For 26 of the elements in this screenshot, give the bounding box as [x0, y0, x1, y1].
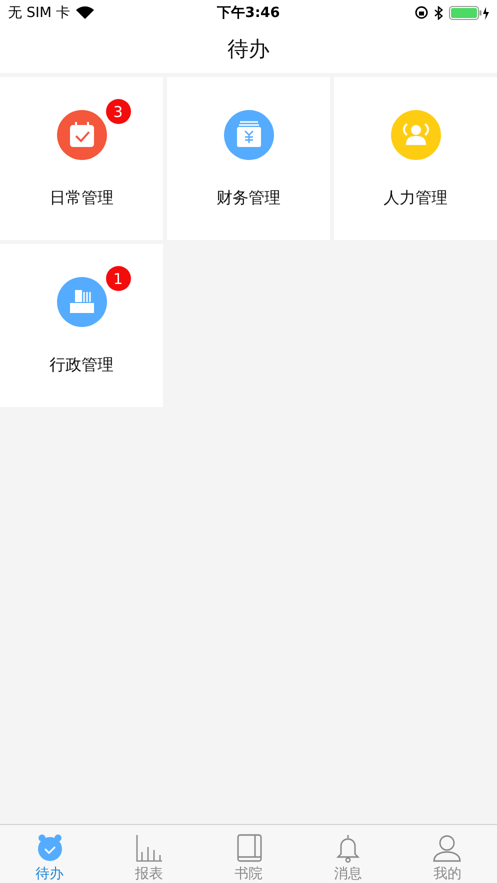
tile-label: 财务管理	[216, 188, 280, 209]
count-badge: 3	[106, 99, 130, 124]
tab-bar-item[interactable]: 报表	[99, 825, 199, 883]
tile-label: 人力管理	[384, 188, 448, 209]
bluetooth-icon	[434, 6, 443, 20]
tab-bar-item[interactable]: 我的	[398, 825, 497, 883]
tray-icon	[56, 277, 106, 327]
rotation-lock-icon	[414, 6, 428, 19]
category-tile[interactable]: 财务管理	[167, 77, 330, 240]
battery-icon	[448, 6, 489, 20]
tab-bar-item[interactable]: 书院	[198, 825, 298, 883]
money-icon	[224, 110, 274, 160]
tile-label: 日常管理	[50, 188, 114, 209]
category-tile[interactable]: 1 行政管理	[0, 244, 163, 407]
calendar-icon	[56, 110, 106, 160]
people-icon	[390, 110, 440, 160]
tab-bar-item[interactable]: 消息	[298, 825, 398, 883]
carrier-text: 无 SIM 卡	[8, 4, 70, 22]
tile-label: 行政管理	[50, 355, 114, 376]
count-badge: 1	[106, 266, 130, 291]
wifi-icon	[76, 6, 94, 19]
tab-bar-item[interactable]: 待办	[0, 825, 100, 883]
page-title: 待办	[228, 36, 270, 63]
category-tile[interactable]: 3 日常管理	[0, 77, 163, 240]
category-tile[interactable]: 人力管理	[334, 77, 497, 240]
status-time: 下午3:46	[217, 4, 280, 22]
